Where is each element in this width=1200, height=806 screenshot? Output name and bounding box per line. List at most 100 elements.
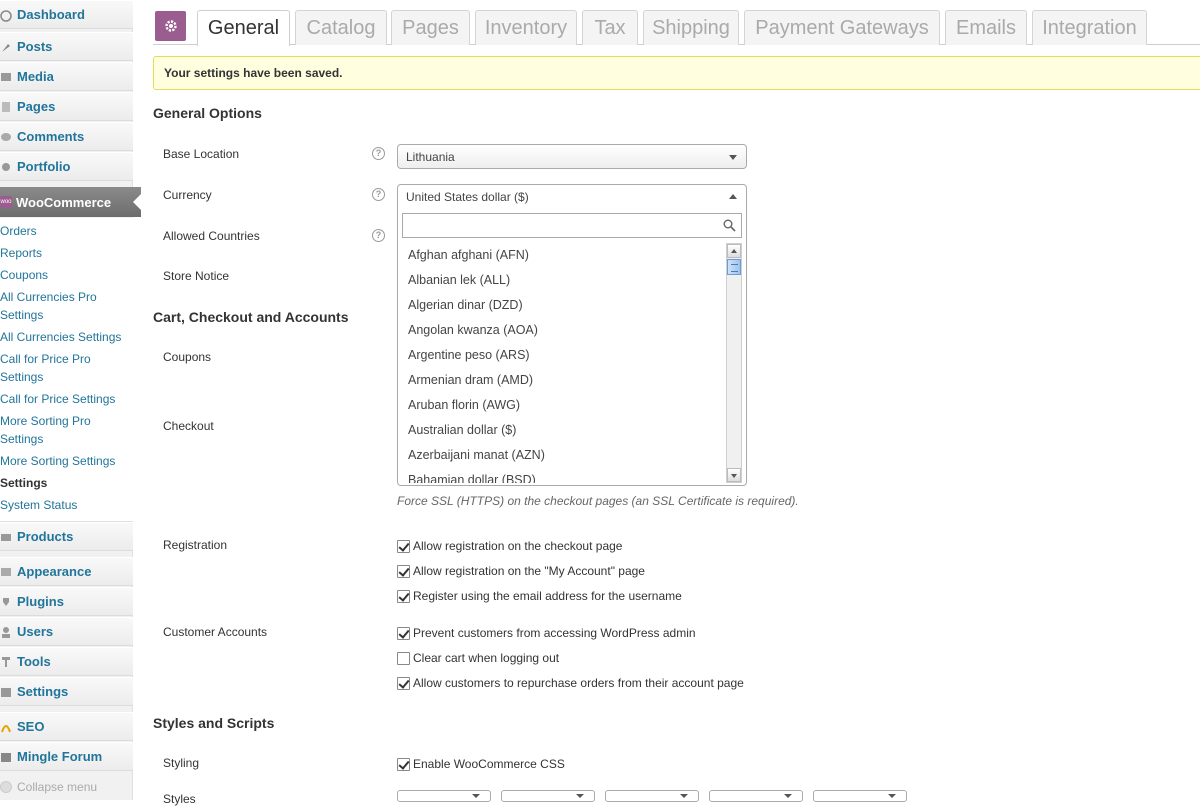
submenu-reports[interactable]: Reports [0, 244, 132, 262]
submenu-all-currencies-settings[interactable]: All Currencies Settings [0, 328, 132, 346]
tab-emails[interactable]: Emails [945, 10, 1027, 45]
menu-settings[interactable]: Settings [0, 677, 133, 706]
color-picker[interactable] [709, 790, 803, 802]
menu-woocommerce[interactable]: woo WooCommerce [0, 187, 141, 217]
menu-dashboard[interactable]: Dashboard [0, 0, 133, 29]
chevron-down-icon [888, 794, 896, 798]
color-picker[interactable] [605, 790, 699, 802]
color-picker[interactable] [397, 790, 491, 802]
help-icon[interactable]: ? [372, 147, 385, 160]
tab-payment-gateways[interactable]: Payment Gateways [744, 10, 940, 45]
help-icon[interactable]: ? [372, 188, 385, 201]
scroll-down-icon[interactable] [727, 468, 741, 482]
currency-option[interactable]: Afghan afghani (AFN) [408, 243, 529, 268]
submenu-more-sorting-pro[interactable]: More Sorting Pro [0, 412, 132, 430]
currency-select[interactable]: United States dollar ($) [397, 184, 747, 210]
currency-option[interactable]: Azerbaijani manat (AZN) [408, 443, 545, 468]
users-icon [0, 624, 14, 640]
currency-option[interactable]: Albanian lek (ALL) [408, 268, 510, 293]
color-picker[interactable] [501, 790, 595, 802]
currency-option[interactable]: Algerian dinar (DZD) [408, 293, 523, 318]
tab-pages[interactable]: Pages [391, 10, 470, 45]
menu-portfolio[interactable]: Portfolio [0, 152, 133, 181]
tab-integration[interactable]: Integration [1032, 10, 1147, 45]
current-arrow-icon [133, 194, 141, 210]
color-picker[interactable] [813, 790, 907, 802]
checkbox[interactable] [397, 651, 410, 665]
menu-pages[interactable]: Pages [0, 92, 133, 121]
menu-media[interactable]: Media [0, 62, 133, 91]
currency-option[interactable]: Angolan kwanza (AOA) [408, 318, 538, 343]
checkbox[interactable] [397, 539, 410, 553]
submenu-more-sorting-pro-settings[interactable]: Settings [0, 430, 132, 448]
page-icon [0, 99, 14, 115]
checkbox[interactable] [397, 564, 410, 578]
checkbox-prevent-admin-access[interactable]: Prevent customers from accessing WordPre… [397, 625, 696, 641]
dropdown-scrollbar[interactable] [726, 243, 742, 483]
scroll-thumb[interactable] [727, 259, 741, 275]
checkbox-register-email-username[interactable]: Register using the email address for the… [397, 588, 682, 604]
checkbox[interactable] [397, 757, 410, 771]
menu-appearance[interactable]: Appearance [0, 557, 133, 586]
checkbox[interactable] [397, 626, 410, 640]
checkbox[interactable] [397, 589, 410, 603]
submenu-coupons[interactable]: Coupons [0, 266, 132, 284]
settings-saved-notice: Your settings have been saved. [153, 56, 1200, 90]
submenu-settings[interactable]: Settings [0, 474, 132, 492]
scroll-up-icon[interactable] [727, 244, 741, 258]
currency-option[interactable]: Australian dollar ($) [408, 418, 516, 443]
chevron-down-icon [472, 794, 480, 798]
checkbox[interactable] [397, 676, 410, 690]
menu-label: Mingle Forum [17, 749, 103, 764]
menu-label: Media [17, 69, 54, 84]
media-icon [0, 69, 14, 85]
currency-options-list: Afghan afghani (AFN) Albanian lek (ALL) … [398, 243, 726, 483]
label-allowed-countries: Allowed Countries [163, 229, 260, 243]
submenu-call-for-price-pro-settings[interactable]: Settings [0, 368, 132, 386]
tab-shipping[interactable]: Shipping [643, 10, 739, 45]
woocommerce-icon: woo [0, 196, 12, 208]
checkbox-clear-cart-logout[interactable]: Clear cart when logging out [397, 650, 559, 666]
currency-search-input[interactable] [402, 213, 742, 238]
menu-posts[interactable]: Posts [0, 32, 133, 61]
collapse-menu[interactable]: Collapse menu [0, 780, 97, 794]
checkbox-label: Enable WooCommerce CSS [413, 757, 565, 771]
label-styles: Styles [163, 792, 196, 806]
currency-dropdown: Afghan afghani (AFN) Albanian lek (ALL) … [397, 209, 747, 486]
currency-option[interactable]: Bahamian dollar (BSD) [408, 468, 536, 483]
base-location-select[interactable]: Lithuania [397, 144, 747, 169]
menu-mingle-forum[interactable]: Mingle Forum [0, 742, 133, 771]
menu-label: Comments [17, 129, 85, 144]
submenu-call-for-price-pro[interactable]: Call for Price Pro [0, 350, 132, 368]
seo-icon [0, 719, 14, 735]
menu-users[interactable]: Users [0, 617, 133, 646]
currency-option[interactable]: Armenian dram (AMD) [408, 368, 533, 393]
submenu-all-currencies-pro-settings[interactable]: Settings [0, 306, 132, 324]
products-icon [0, 529, 14, 545]
help-icon[interactable]: ? [372, 229, 385, 242]
currency-option[interactable]: Argentine peso (ARS) [408, 343, 530, 368]
section-cart-checkout-accounts: Cart, Checkout and Accounts [153, 309, 349, 325]
submenu-call-for-price-settings[interactable]: Call for Price Settings [0, 390, 132, 408]
tab-catalog[interactable]: Catalog [295, 10, 387, 45]
submenu-orders[interactable]: Orders [0, 222, 132, 240]
menu-tools[interactable]: Tools [0, 647, 133, 676]
tab-general[interactable]: General [197, 10, 290, 46]
label-currency: Currency [163, 188, 212, 202]
currency-option[interactable]: Aruban florin (AWG) [408, 393, 520, 418]
submenu-system-status[interactable]: System Status [0, 496, 132, 514]
checkbox-allow-repurchase[interactable]: Allow customers to repurchase orders fro… [397, 675, 744, 691]
submenu-more-sorting-settings[interactable]: More Sorting Settings [0, 452, 132, 470]
submenu-all-currencies-pro[interactable]: All Currencies Pro [0, 288, 132, 306]
checkbox-enable-woocommerce-css[interactable]: Enable WooCommerce CSS [397, 756, 565, 772]
checkbox-registration-my-account[interactable]: Allow registration on the "My Account" p… [397, 563, 645, 579]
tab-tax[interactable]: Tax [582, 10, 638, 45]
menu-products[interactable]: Products [0, 522, 133, 551]
tab-inventory[interactable]: Inventory [475, 10, 577, 45]
plugin-icon [0, 594, 14, 610]
label-store-notice: Store Notice [163, 269, 230, 283]
checkbox-registration-checkout[interactable]: Allow registration on the checkout page [397, 538, 622, 554]
menu-plugins[interactable]: Plugins [0, 587, 133, 616]
menu-seo[interactable]: SEO [0, 712, 133, 741]
menu-comments[interactable]: Comments [0, 122, 133, 151]
